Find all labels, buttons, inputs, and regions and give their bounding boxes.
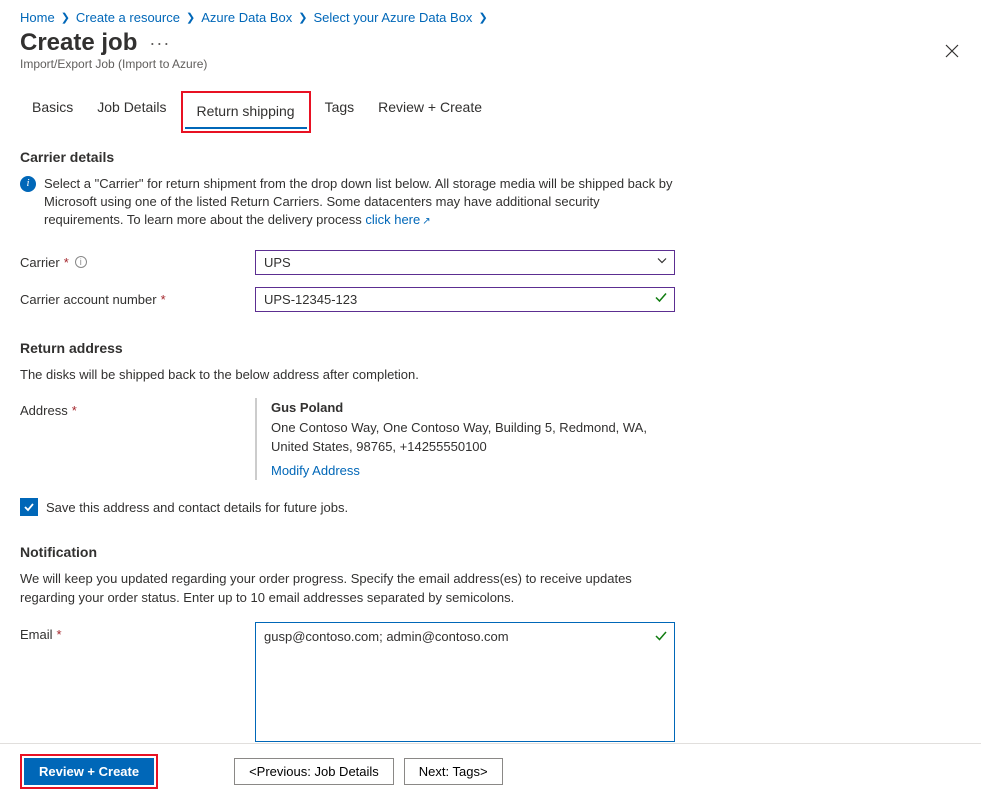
breadcrumb-link-azure-data-box[interactable]: Azure Data Box	[201, 10, 292, 25]
chevron-right-icon: ❯	[61, 11, 70, 24]
tab-basics[interactable]: Basics	[20, 91, 85, 133]
checkmark-icon	[654, 291, 668, 308]
carrier-label: Carrier * i	[20, 250, 245, 270]
tab-job-details[interactable]: Job Details	[85, 91, 178, 133]
breadcrumb-link-home[interactable]: Home	[20, 10, 55, 25]
review-create-button[interactable]: Review + Create	[24, 758, 154, 785]
notification-desc: We will keep you updated regarding your …	[20, 570, 680, 608]
carrier-account-label: Carrier account number *	[20, 287, 245, 307]
address-label: Address *	[20, 398, 245, 418]
close-icon	[945, 44, 959, 58]
close-button[interactable]	[943, 42, 961, 60]
carrier-details-heading: Carrier details	[20, 149, 680, 165]
tab-return-shipping[interactable]: Return shipping	[185, 95, 307, 129]
external-link-icon: ↗	[422, 216, 430, 227]
page-subtitle: Import/Export Job (Import to Azure)	[0, 57, 981, 77]
notification-heading: Notification	[20, 544, 680, 560]
chevron-right-icon: ❯	[298, 11, 307, 24]
carrier-info-text: Select a "Carrier" for return shipment f…	[44, 175, 680, 230]
footer: Review + Create <Previous: Job Details N…	[0, 743, 981, 799]
page-title: Create job	[20, 29, 137, 57]
breadcrumb: Home ❯ Create a resource ❯ Azure Data Bo…	[0, 0, 981, 27]
info-icon: i	[20, 176, 36, 192]
checkmark-icon	[23, 501, 35, 513]
chevron-right-icon: ❯	[478, 11, 487, 24]
carrier-select[interactable]: UPS	[256, 251, 674, 274]
save-address-checkbox[interactable]	[20, 498, 38, 516]
email-textarea[interactable]	[256, 623, 674, 738]
info-icon[interactable]: i	[75, 256, 87, 268]
email-label: Email *	[20, 622, 245, 642]
return-address-desc: The disks will be shipped back to the be…	[20, 366, 680, 385]
more-options-button[interactable]: ···	[149, 33, 170, 54]
address-name: Gus Poland	[271, 398, 680, 418]
tab-review-create[interactable]: Review + Create	[366, 91, 494, 133]
modify-address-link[interactable]: Modify Address	[271, 461, 360, 481]
carrier-account-input[interactable]	[256, 288, 674, 311]
checkmark-icon	[654, 629, 668, 646]
return-address-heading: Return address	[20, 340, 680, 356]
breadcrumb-link-create-resource[interactable]: Create a resource	[76, 10, 180, 25]
address-block: Gus Poland One Contoso Way, One Contoso …	[255, 398, 680, 480]
tab-tags[interactable]: Tags	[313, 91, 367, 133]
breadcrumb-link-select-data-box[interactable]: Select your Azure Data Box	[313, 10, 472, 25]
tabs: Basics Job Details Return shipping Tags …	[0, 77, 981, 133]
address-lines: One Contoso Way, One Contoso Way, Buildi…	[271, 418, 680, 457]
next-button[interactable]: Next: Tags>	[404, 758, 503, 785]
save-address-label: Save this address and contact details fo…	[46, 500, 348, 515]
delivery-process-link[interactable]: click here↗	[365, 212, 430, 227]
previous-button[interactable]: <Previous: Job Details	[234, 758, 394, 785]
chevron-right-icon: ❯	[186, 11, 195, 24]
